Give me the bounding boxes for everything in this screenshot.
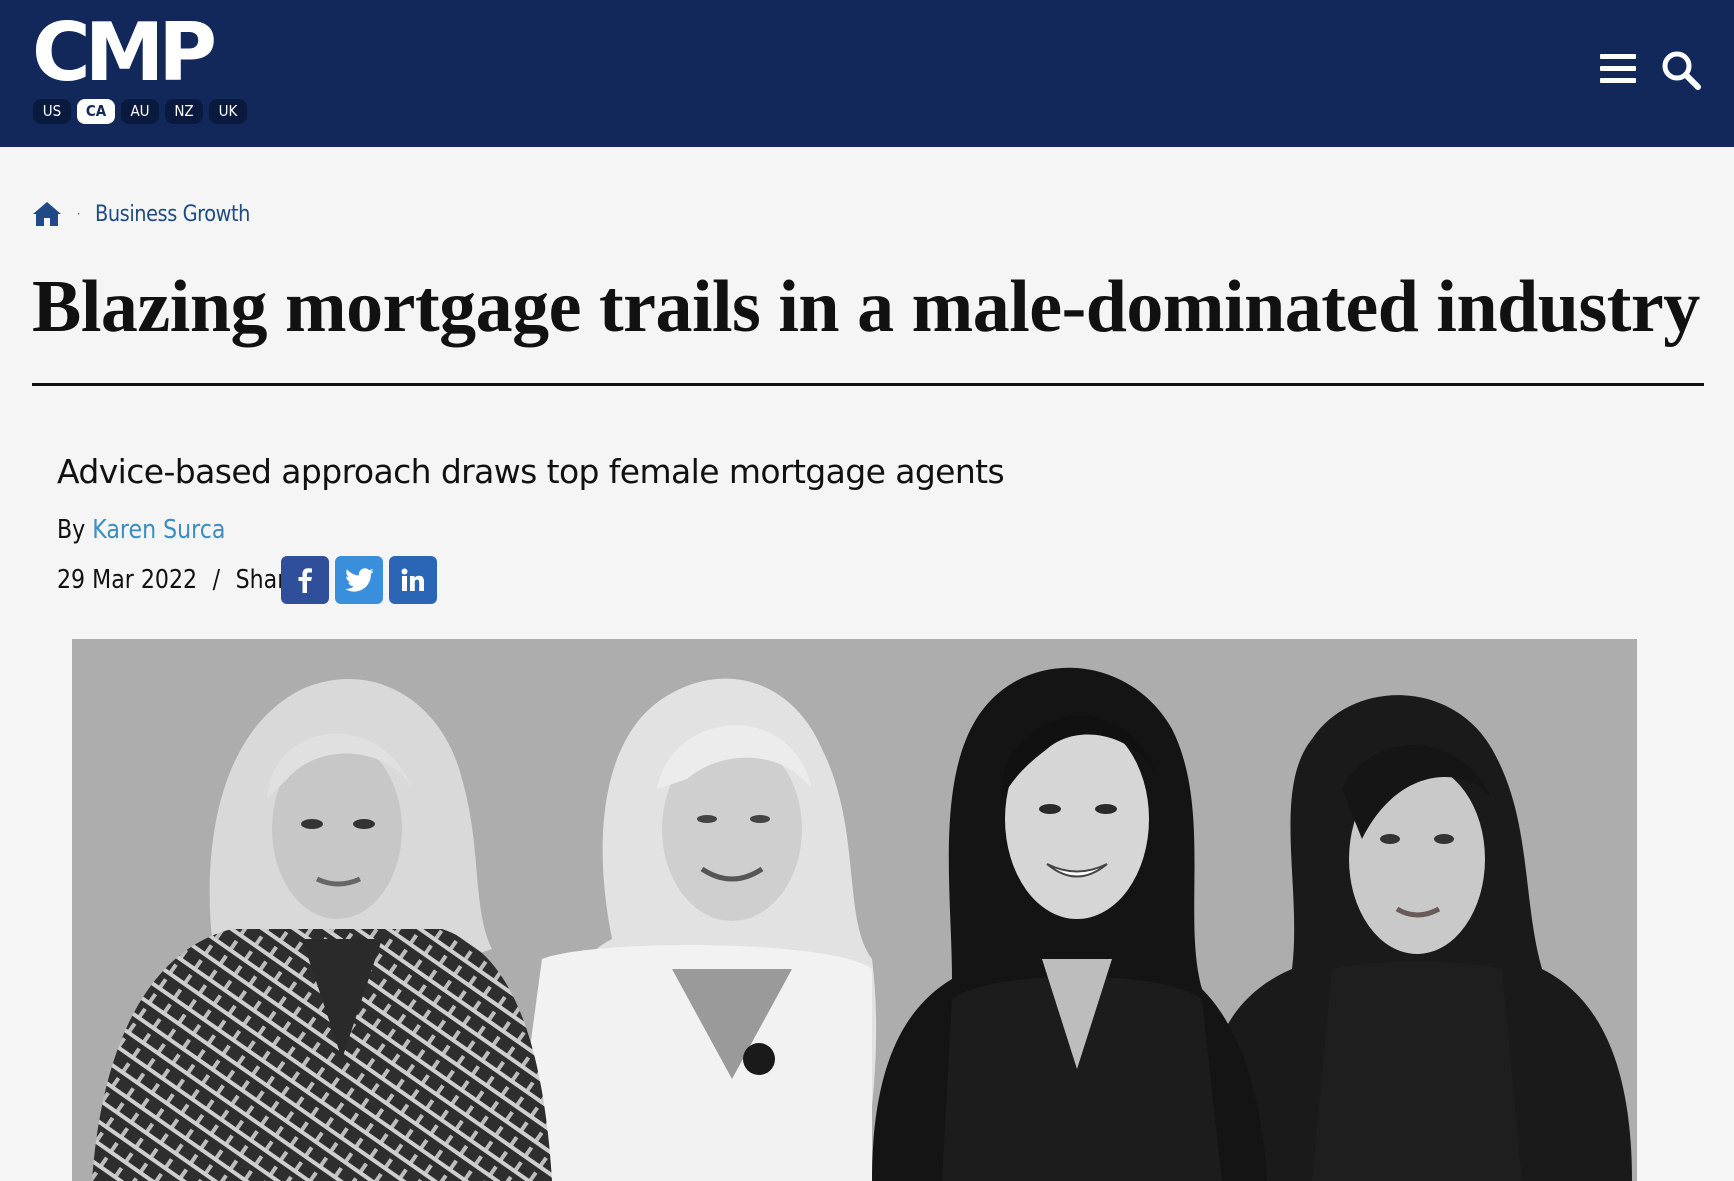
hamburger-menu-icon[interactable]: [1600, 52, 1636, 84]
meta-separator: /: [212, 565, 221, 595]
twitter-icon: [345, 568, 373, 592]
meta-text: 29 Mar 2022 / Share: [57, 565, 299, 595]
region-us[interactable]: US: [33, 99, 71, 124]
breadcrumb-category-link[interactable]: Business Growth: [95, 202, 250, 227]
region-au[interactable]: AU: [121, 99, 159, 124]
region-uk[interactable]: UK: [209, 99, 247, 124]
facebook-share-button[interactable]: [281, 556, 329, 604]
four-women-portrait-illustration: [72, 639, 1637, 1181]
linkedin-icon: [401, 568, 424, 591]
home-icon[interactable]: [32, 200, 62, 228]
hero-image: [72, 639, 1637, 1181]
article-title: Blazing mortgage trails in a male-domina…: [32, 266, 1700, 348]
article-subtitle: Advice-based approach draws top female m…: [57, 452, 1005, 491]
linkedin-share-button[interactable]: [389, 556, 437, 604]
region-selector: US CA AU NZ UK: [33, 99, 247, 124]
search-icon[interactable]: [1660, 49, 1702, 91]
share-buttons: [281, 556, 437, 604]
region-nz[interactable]: NZ: [165, 99, 203, 124]
byline: By Karen Surca: [57, 515, 225, 549]
twitter-share-button[interactable]: [335, 556, 383, 604]
cmp-logo[interactable]: CMP: [32, 8, 217, 98]
byline-prefix: By: [57, 515, 86, 545]
site-header: CMP US CA AU NZ UK: [0, 0, 1734, 147]
region-ca[interactable]: CA: [77, 99, 115, 124]
breadcrumb-separator: ·: [76, 205, 82, 222]
facebook-icon: [298, 568, 312, 593]
publish-date: 29 Mar 2022: [57, 565, 198, 595]
breadcrumb: · Business Growth: [32, 197, 271, 231]
title-divider: [32, 383, 1704, 386]
author-link[interactable]: Karen Surca: [92, 515, 225, 545]
